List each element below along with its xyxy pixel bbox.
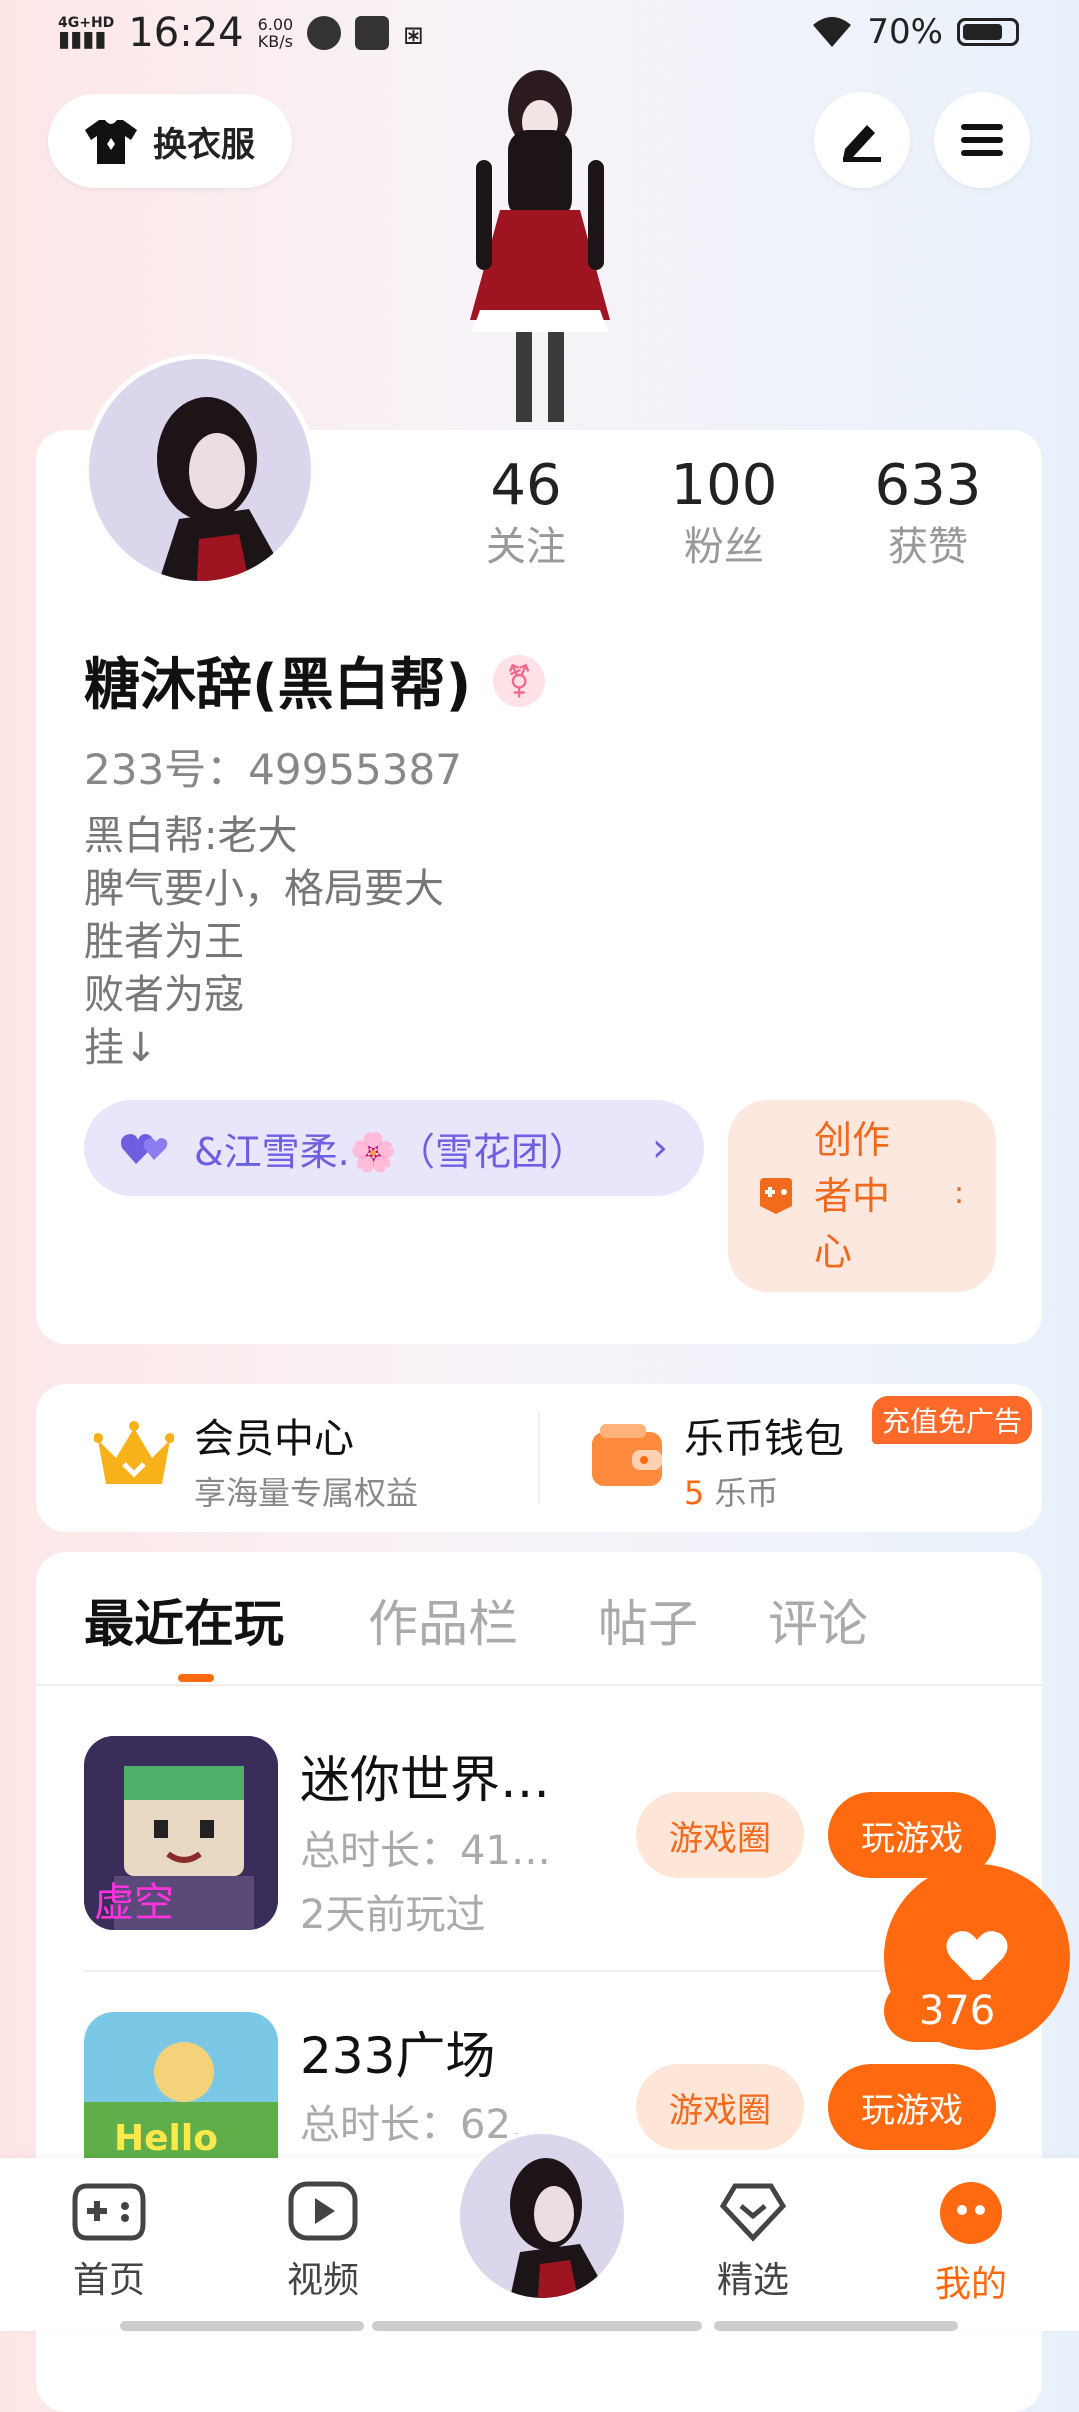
tab-indicator xyxy=(178,1674,214,1682)
heart-icon xyxy=(946,1931,1008,1984)
likes-stat[interactable]: 633 获赞 xyxy=(848,452,1008,574)
member-wallet-row: 会员中心 享海量专属权益 乐币钱包 5 乐币 充值免广告 xyxy=(36,1384,1042,1532)
nav-avatar[interactable] xyxy=(456,2130,628,2302)
bio-line: 挂↓ xyxy=(84,1025,158,1071)
wallet-amount: 5 xyxy=(684,1474,705,1512)
divider xyxy=(538,1412,540,1504)
game-row[interactable]: Hello xyxy=(84,2012,278,2158)
clock: 16:24 xyxy=(128,10,244,56)
play-icon xyxy=(288,2181,358,2241)
profile-avatar[interactable] xyxy=(84,354,316,586)
svg-text:Hello: Hello xyxy=(114,2118,218,2158)
user-id[interactable]: 233号：49955387 xyxy=(84,736,462,797)
creator-center-button[interactable]: 创作 者中 心 : xyxy=(728,1100,996,1292)
hearts-icon xyxy=(121,1134,168,1164)
home-indicator xyxy=(714,2321,958,2331)
creator-label: 创作 xyxy=(814,1118,891,1162)
profile-name-row: 糖沐辞(黑白帮) ⚧ xyxy=(84,640,546,721)
following-label: 关注 xyxy=(486,524,566,570)
game-icon[interactable]: 虚空 xyxy=(84,1736,278,1930)
screenshot-icon: ⧆ xyxy=(403,13,424,52)
battery-percent: 70% xyxy=(867,12,943,52)
following-count: 46 xyxy=(490,453,562,518)
home-indicator xyxy=(372,2321,702,2331)
gamepad-icon xyxy=(760,1178,792,1214)
heart-diamond-icon xyxy=(719,2183,787,2242)
hamburger-icon xyxy=(961,124,1003,156)
change-outfit-button[interactable]: 换衣服 xyxy=(48,94,292,188)
gamepad-icon xyxy=(72,2183,146,2241)
team-link[interactable]: &江雪柔.🌸（雪花团） › xyxy=(84,1100,704,1196)
nav-featured[interactable]: 精选 xyxy=(688,2180,818,2303)
tab-comments[interactable]: 评论 xyxy=(768,1584,868,1656)
gender-icon: ⚧ xyxy=(493,654,546,707)
like-count: 376 xyxy=(884,1980,1030,2042)
game-title: 233广场 xyxy=(300,2027,496,2085)
game-circle-button[interactable]: 游戏圈 xyxy=(636,2064,804,2150)
username: 糖沐辞(黑白帮) xyxy=(84,653,472,718)
nav-video-label: 视频 xyxy=(286,2260,359,2301)
avatar-character[interactable] xyxy=(440,70,640,430)
creator-label: 者中 xyxy=(814,1174,891,1218)
pencil-icon xyxy=(843,125,881,162)
creator-label: 心 xyxy=(814,1230,853,1274)
nav-mine-label: 我的 xyxy=(934,2264,1007,2305)
wallet-link[interactable]: 乐币钱包 5 乐币 xyxy=(684,1406,844,1514)
face-icon xyxy=(940,2182,1002,2244)
member-subtitle: 享海量专属权益 xyxy=(194,1474,419,1512)
status-bar: 4G+HD ▮▮▮▮ 16:24 6.00 KB/s ⧆ 70% xyxy=(0,0,1079,70)
wallet-icon xyxy=(590,1422,664,1492)
play-game-button[interactable]: 玩游戏 xyxy=(828,2064,996,2150)
game-duration: 总时长：41… xyxy=(300,1828,551,1874)
wallet-unit: 乐币 xyxy=(714,1474,779,1512)
game-icon[interactable]: Hello xyxy=(84,2012,278,2158)
team-name: &江雪柔.🌸（雪花团） xyxy=(194,1129,588,1174)
tab-divider xyxy=(36,1684,1042,1686)
bio-line: 败者为寇 xyxy=(84,972,244,1018)
followers-stat[interactable]: 100 粉丝 xyxy=(644,452,804,574)
tab-works[interactable]: 作品栏 xyxy=(368,1584,518,1656)
followers-label: 粉丝 xyxy=(684,524,764,570)
battery-icon xyxy=(957,18,1019,46)
likes-label: 获赞 xyxy=(888,524,968,570)
bio: 黑白帮:老大 脾气要小，格局要大 胜者为王 败者为寇 挂↓ xyxy=(84,810,444,1075)
change-outfit-label: 换衣服 xyxy=(153,124,255,165)
net-speed: 6.00 KB/s xyxy=(257,15,294,51)
home-indicator xyxy=(120,2321,364,2331)
promo-badge[interactable]: 充值免广告 xyxy=(871,1396,1032,1444)
game-circle-button[interactable]: 游戏圈 xyxy=(636,1792,804,1878)
wifi-icon xyxy=(813,17,852,47)
game-row[interactable]: 虚空 xyxy=(84,1736,278,1930)
bio-line: 胜者为王 xyxy=(84,919,244,965)
chevron-right-icon: › xyxy=(652,1125,668,1171)
network-indicator: 4G+HD ▮▮▮▮ xyxy=(58,15,115,52)
likes-count: 633 xyxy=(874,453,982,518)
followers-count: 100 xyxy=(670,453,778,518)
nav-home[interactable]: 首页 xyxy=(44,2180,174,2303)
game-last-played: 2天前玩过 xyxy=(300,1892,486,1938)
game-title: 迷你世界… xyxy=(300,1751,550,1809)
nav-home-label: 首页 xyxy=(72,2260,145,2301)
wallet-title: 乐币钱包 xyxy=(684,1416,844,1462)
tab-recent-play[interactable]: 最近在玩 xyxy=(84,1584,284,1656)
shirt-icon xyxy=(85,120,137,164)
nav-mine[interactable]: 我的 xyxy=(906,2180,1036,2307)
inbox-icon xyxy=(355,16,390,50)
nav-featured-label: 精选 xyxy=(716,2260,789,2301)
edit-profile-button[interactable] xyxy=(814,92,910,188)
more-dots-icon: : xyxy=(954,1176,965,1211)
member-title: 会员中心 xyxy=(194,1416,354,1462)
member-center-link[interactable]: 会员中心 享海量专属权益 xyxy=(194,1406,418,1514)
nav-video[interactable]: 视频 xyxy=(258,2180,388,2303)
bio-line: 黑白帮:老大 xyxy=(84,813,298,859)
crown-icon xyxy=(93,1420,175,1496)
menu-button[interactable] xyxy=(934,92,1030,188)
speedometer-icon xyxy=(307,16,342,50)
following-stat[interactable]: 46 关注 xyxy=(446,452,606,574)
bio-line: 脾气要小，格局要大 xyxy=(84,866,444,912)
tab-posts[interactable]: 帖子 xyxy=(598,1584,698,1656)
svg-text:虚空: 虚空 xyxy=(94,1880,174,1926)
